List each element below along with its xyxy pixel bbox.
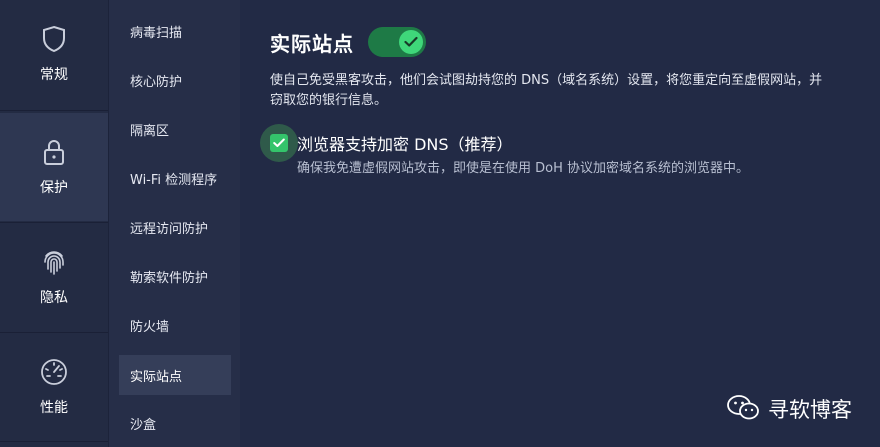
feature-description: 使自己免受黑客攻击，他们会试图劫持您的 DNS（域名系统）设置，将您重定向至虚假… xyxy=(270,73,823,108)
protection-subnav: 病毒扫描 核心防护 隔离区 Wi-Fi 检测程序 远程访问防护 勒索软件防护 防… xyxy=(108,0,240,447)
category-rail: 常规 保护 隐私 性能 xyxy=(0,0,108,447)
subnav-item-ransomware-shield[interactable]: 勒索软件防护 xyxy=(119,256,231,296)
subnav-item-core-shields[interactable]: 核心防护 xyxy=(119,60,231,100)
subnav-item-real-site[interactable]: 实际站点 xyxy=(119,355,231,395)
rail-item-performance[interactable]: 性能 xyxy=(0,333,108,441)
rail-item-label: 保护 xyxy=(40,180,68,196)
page-title: 实际站点 xyxy=(270,32,354,56)
subnav-item-wifi-inspector[interactable]: Wi-Fi 检测程序 xyxy=(119,158,231,198)
rail-item-privacy[interactable]: 隐私 xyxy=(0,223,108,331)
rail-item-general[interactable]: 常规 xyxy=(0,0,108,108)
main-panel: 实际站点 使自己免受黑客攻击，他们会试图劫持您的 DNS（域名系统）设置，将您重… xyxy=(240,0,880,447)
shield-icon xyxy=(39,24,69,54)
subnav-item-remote-access-shield[interactable]: 远程访问防护 xyxy=(119,207,231,247)
subnav-item-firewall[interactable]: 防火墙 xyxy=(119,305,231,345)
gauge-icon xyxy=(39,357,69,387)
subnav-item-quarantine[interactable]: 隔离区 xyxy=(119,109,231,149)
encrypted-dns-checkbox[interactable] xyxy=(260,124,298,162)
subnav-item-sandbox[interactable]: 沙盒 xyxy=(119,403,231,443)
watermark: 寻软博客 xyxy=(726,393,852,425)
rail-item-protection[interactable]: 保护 xyxy=(0,113,108,221)
watermark-text: 寻软博客 xyxy=(768,398,852,422)
rail-item-label: 性能 xyxy=(40,400,68,416)
rail-item-label: 隐私 xyxy=(40,290,68,306)
encrypted-dns-description: 确保我免遭虚假网站攻击，即使是在使用 DoH 协议加密域名系统的浏览器中。 xyxy=(297,161,750,176)
checkbox-check-icon xyxy=(270,134,288,152)
divider xyxy=(0,110,108,111)
check-icon xyxy=(399,30,423,54)
divider xyxy=(0,441,108,442)
subnav-item-virus-scan[interactable]: 病毒扫描 xyxy=(119,11,231,51)
fingerprint-icon xyxy=(39,247,69,277)
real-site-toggle[interactable] xyxy=(368,27,426,57)
rail-item-label: 常规 xyxy=(40,67,68,83)
encrypted-dns-label[interactable]: 浏览器支持加密 DNS（推荐） xyxy=(297,131,513,155)
wechat-icon xyxy=(726,393,760,425)
lock-icon xyxy=(39,137,69,167)
